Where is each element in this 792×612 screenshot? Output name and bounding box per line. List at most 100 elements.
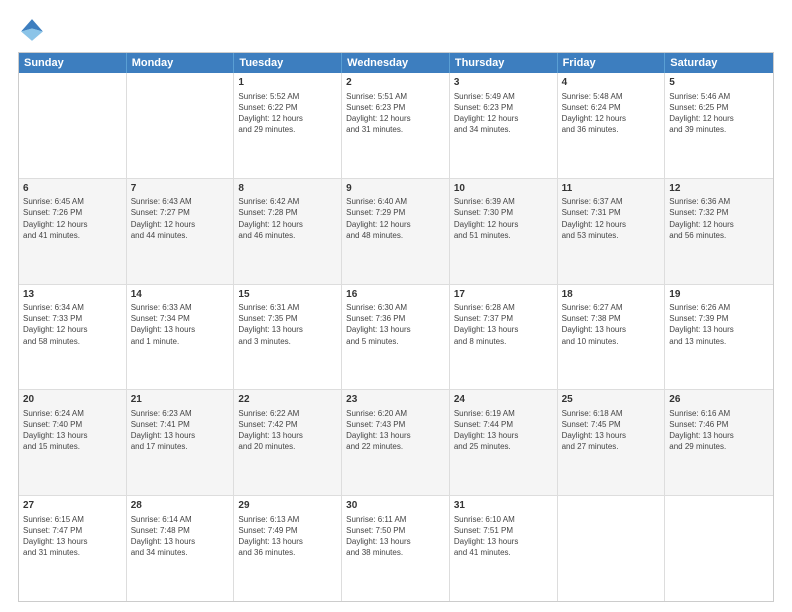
day-number: 12 (669, 182, 769, 196)
calendar-cell: 5Sunrise: 5:46 AM Sunset: 6:25 PM Daylig… (665, 73, 773, 178)
header-day-saturday: Saturday (665, 53, 773, 73)
calendar-cell: 20Sunrise: 6:24 AM Sunset: 7:40 PM Dayli… (19, 390, 127, 495)
page: SundayMondayTuesdayWednesdayThursdayFrid… (0, 0, 792, 612)
cell-info: Sunrise: 6:31 AM Sunset: 7:35 PM Dayligh… (238, 302, 337, 347)
cell-info: Sunrise: 6:24 AM Sunset: 7:40 PM Dayligh… (23, 408, 122, 453)
day-number: 15 (238, 288, 337, 302)
calendar-row-2: 13Sunrise: 6:34 AM Sunset: 7:33 PM Dayli… (19, 284, 773, 390)
calendar-cell: 23Sunrise: 6:20 AM Sunset: 7:43 PM Dayli… (342, 390, 450, 495)
calendar-cell: 2Sunrise: 5:51 AM Sunset: 6:23 PM Daylig… (342, 73, 450, 178)
calendar-cell: 26Sunrise: 6:16 AM Sunset: 7:46 PM Dayli… (665, 390, 773, 495)
calendar-cell: 17Sunrise: 6:28 AM Sunset: 7:37 PM Dayli… (450, 285, 558, 390)
calendar-cell: 3Sunrise: 5:49 AM Sunset: 6:23 PM Daylig… (450, 73, 558, 178)
cell-info: Sunrise: 6:23 AM Sunset: 7:41 PM Dayligh… (131, 408, 230, 453)
cell-info: Sunrise: 6:22 AM Sunset: 7:42 PM Dayligh… (238, 408, 337, 453)
calendar-cell: 25Sunrise: 6:18 AM Sunset: 7:45 PM Dayli… (558, 390, 666, 495)
header-day-tuesday: Tuesday (234, 53, 342, 73)
calendar-cell (19, 73, 127, 178)
cell-info: Sunrise: 6:37 AM Sunset: 7:31 PM Dayligh… (562, 196, 661, 241)
day-number: 24 (454, 393, 553, 407)
header-day-monday: Monday (127, 53, 235, 73)
day-number: 6 (23, 182, 122, 196)
cell-info: Sunrise: 6:15 AM Sunset: 7:47 PM Dayligh… (23, 514, 122, 559)
cell-info: Sunrise: 6:30 AM Sunset: 7:36 PM Dayligh… (346, 302, 445, 347)
day-number: 29 (238, 499, 337, 513)
logo (18, 16, 50, 44)
cell-info: Sunrise: 6:28 AM Sunset: 7:37 PM Dayligh… (454, 302, 553, 347)
day-number: 19 (669, 288, 769, 302)
calendar-row-3: 20Sunrise: 6:24 AM Sunset: 7:40 PM Dayli… (19, 389, 773, 495)
calendar-cell: 14Sunrise: 6:33 AM Sunset: 7:34 PM Dayli… (127, 285, 235, 390)
cell-info: Sunrise: 6:42 AM Sunset: 7:28 PM Dayligh… (238, 196, 337, 241)
calendar-cell: 22Sunrise: 6:22 AM Sunset: 7:42 PM Dayli… (234, 390, 342, 495)
cell-info: Sunrise: 6:26 AM Sunset: 7:39 PM Dayligh… (669, 302, 769, 347)
day-number: 1 (238, 76, 337, 90)
day-number: 25 (562, 393, 661, 407)
cell-info: Sunrise: 6:10 AM Sunset: 7:51 PM Dayligh… (454, 514, 553, 559)
calendar-cell (127, 73, 235, 178)
cell-info: Sunrise: 5:51 AM Sunset: 6:23 PM Dayligh… (346, 91, 445, 136)
day-number: 18 (562, 288, 661, 302)
cell-info: Sunrise: 6:45 AM Sunset: 7:26 PM Dayligh… (23, 196, 122, 241)
calendar-row-4: 27Sunrise: 6:15 AM Sunset: 7:47 PM Dayli… (19, 495, 773, 601)
calendar-cell: 15Sunrise: 6:31 AM Sunset: 7:35 PM Dayli… (234, 285, 342, 390)
calendar-cell: 21Sunrise: 6:23 AM Sunset: 7:41 PM Dayli… (127, 390, 235, 495)
day-number: 9 (346, 182, 445, 196)
cell-info: Sunrise: 5:48 AM Sunset: 6:24 PM Dayligh… (562, 91, 661, 136)
day-number: 7 (131, 182, 230, 196)
cell-info: Sunrise: 6:11 AM Sunset: 7:50 PM Dayligh… (346, 514, 445, 559)
calendar-header: SundayMondayTuesdayWednesdayThursdayFrid… (19, 53, 773, 73)
calendar-cell: 18Sunrise: 6:27 AM Sunset: 7:38 PM Dayli… (558, 285, 666, 390)
cell-info: Sunrise: 6:39 AM Sunset: 7:30 PM Dayligh… (454, 196, 553, 241)
calendar-cell: 10Sunrise: 6:39 AM Sunset: 7:30 PM Dayli… (450, 179, 558, 284)
cell-info: Sunrise: 6:18 AM Sunset: 7:45 PM Dayligh… (562, 408, 661, 453)
calendar-cell: 8Sunrise: 6:42 AM Sunset: 7:28 PM Daylig… (234, 179, 342, 284)
day-number: 28 (131, 499, 230, 513)
day-number: 14 (131, 288, 230, 302)
calendar-cell (558, 496, 666, 601)
calendar-cell: 13Sunrise: 6:34 AM Sunset: 7:33 PM Dayli… (19, 285, 127, 390)
cell-info: Sunrise: 5:52 AM Sunset: 6:22 PM Dayligh… (238, 91, 337, 136)
day-number: 31 (454, 499, 553, 513)
calendar-cell: 11Sunrise: 6:37 AM Sunset: 7:31 PM Dayli… (558, 179, 666, 284)
day-number: 3 (454, 76, 553, 90)
header (18, 16, 774, 44)
cell-info: Sunrise: 5:46 AM Sunset: 6:25 PM Dayligh… (669, 91, 769, 136)
calendar-cell: 27Sunrise: 6:15 AM Sunset: 7:47 PM Dayli… (19, 496, 127, 601)
cell-info: Sunrise: 5:49 AM Sunset: 6:23 PM Dayligh… (454, 91, 553, 136)
calendar-cell (665, 496, 773, 601)
calendar-cell: 7Sunrise: 6:43 AM Sunset: 7:27 PM Daylig… (127, 179, 235, 284)
calendar-row-1: 6Sunrise: 6:45 AM Sunset: 7:26 PM Daylig… (19, 178, 773, 284)
cell-info: Sunrise: 6:36 AM Sunset: 7:32 PM Dayligh… (669, 196, 769, 241)
calendar-row-0: 1Sunrise: 5:52 AM Sunset: 6:22 PM Daylig… (19, 73, 773, 178)
calendar-cell: 6Sunrise: 6:45 AM Sunset: 7:26 PM Daylig… (19, 179, 127, 284)
header-day-sunday: Sunday (19, 53, 127, 73)
calendar-cell: 30Sunrise: 6:11 AM Sunset: 7:50 PM Dayli… (342, 496, 450, 601)
calendar-cell: 24Sunrise: 6:19 AM Sunset: 7:44 PM Dayli… (450, 390, 558, 495)
cell-info: Sunrise: 6:34 AM Sunset: 7:33 PM Dayligh… (23, 302, 122, 347)
calendar: SundayMondayTuesdayWednesdayThursdayFrid… (18, 52, 774, 602)
day-number: 21 (131, 393, 230, 407)
cell-info: Sunrise: 6:13 AM Sunset: 7:49 PM Dayligh… (238, 514, 337, 559)
day-number: 5 (669, 76, 769, 90)
calendar-cell: 9Sunrise: 6:40 AM Sunset: 7:29 PM Daylig… (342, 179, 450, 284)
cell-info: Sunrise: 6:33 AM Sunset: 7:34 PM Dayligh… (131, 302, 230, 347)
cell-info: Sunrise: 6:43 AM Sunset: 7:27 PM Dayligh… (131, 196, 230, 241)
day-number: 17 (454, 288, 553, 302)
cell-info: Sunrise: 6:19 AM Sunset: 7:44 PM Dayligh… (454, 408, 553, 453)
header-day-wednesday: Wednesday (342, 53, 450, 73)
calendar-cell: 31Sunrise: 6:10 AM Sunset: 7:51 PM Dayli… (450, 496, 558, 601)
calendar-body: 1Sunrise: 5:52 AM Sunset: 6:22 PM Daylig… (19, 73, 773, 601)
cell-info: Sunrise: 6:14 AM Sunset: 7:48 PM Dayligh… (131, 514, 230, 559)
calendar-cell: 19Sunrise: 6:26 AM Sunset: 7:39 PM Dayli… (665, 285, 773, 390)
day-number: 22 (238, 393, 337, 407)
calendar-cell: 4Sunrise: 5:48 AM Sunset: 6:24 PM Daylig… (558, 73, 666, 178)
day-number: 16 (346, 288, 445, 302)
day-number: 11 (562, 182, 661, 196)
day-number: 30 (346, 499, 445, 513)
day-number: 13 (23, 288, 122, 302)
calendar-cell: 16Sunrise: 6:30 AM Sunset: 7:36 PM Dayli… (342, 285, 450, 390)
cell-info: Sunrise: 6:27 AM Sunset: 7:38 PM Dayligh… (562, 302, 661, 347)
calendar-cell: 12Sunrise: 6:36 AM Sunset: 7:32 PM Dayli… (665, 179, 773, 284)
day-number: 27 (23, 499, 122, 513)
